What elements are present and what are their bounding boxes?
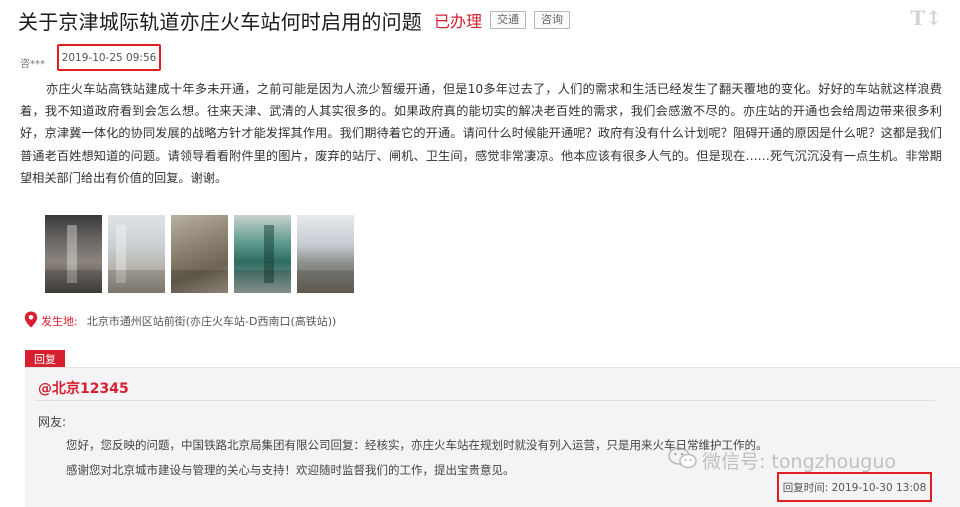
page-title: 关于京津城际轨道亦庄火车站何时启用的问题 xyxy=(18,9,422,34)
reply-time: 回复时间: 2019-10-30 13:08 xyxy=(777,472,932,502)
location-row: 发生地: 北京市通州区站前街(亦庄火车站-D西南口(高铁站)) xyxy=(24,311,336,331)
watermark: 微信号: tongzhouguo xyxy=(668,446,896,475)
reply-greeting: 网友: xyxy=(38,415,67,429)
tag-transport[interactable]: 交通 xyxy=(490,11,527,29)
wechat-icon xyxy=(668,446,698,475)
font-size-toggle-icon[interactable]: T↕ xyxy=(910,6,942,30)
attachment-photo-2[interactable] xyxy=(108,215,165,293)
submit-date: 2019-10-25 09:56 xyxy=(57,44,161,71)
attachment-photo-4[interactable] xyxy=(234,215,291,293)
reply-tab: 回复 xyxy=(25,350,65,367)
status-badge: 已办理 xyxy=(434,12,483,31)
reply-text-line-1: 您好，您反映的问题，中国铁路北京局集团有限公司回复：经核实，亦庄火车站在规划时就… xyxy=(66,438,768,452)
tag-consult[interactable]: 咨询 xyxy=(534,11,571,29)
watermark-text: 微信号: tongzhouguo xyxy=(702,451,897,473)
location-label: 发生地: xyxy=(41,315,78,328)
location-value: 北京市通州区站前街(亦庄火车站-D西南口(高铁站)) xyxy=(86,315,337,328)
page-header: 关于京津城际轨道亦庄火车站何时启用的问题 已办理 交通 咨询 xyxy=(18,5,571,35)
reply-author[interactable]: @北京12345 xyxy=(38,378,129,398)
submitter-name: 咨*** xyxy=(20,59,45,70)
attachment-photo-3[interactable] xyxy=(171,215,228,293)
reply-text-line-2: 感谢您对北京城市建设与管理的关心与支持！欢迎随时监督我们的工作，提出宝贵意见。 xyxy=(66,463,515,477)
attachment-photo-1[interactable] xyxy=(45,215,102,293)
attachment-gallery xyxy=(45,215,354,293)
reply-divider xyxy=(35,400,935,401)
attachment-photo-5[interactable] xyxy=(297,215,354,293)
question-body: 亦庄火车站高铁站建成十年多未开通，之前可能是因为人流少暂缓开通，但是10多年过去… xyxy=(20,82,942,185)
map-pin-icon xyxy=(24,311,38,331)
